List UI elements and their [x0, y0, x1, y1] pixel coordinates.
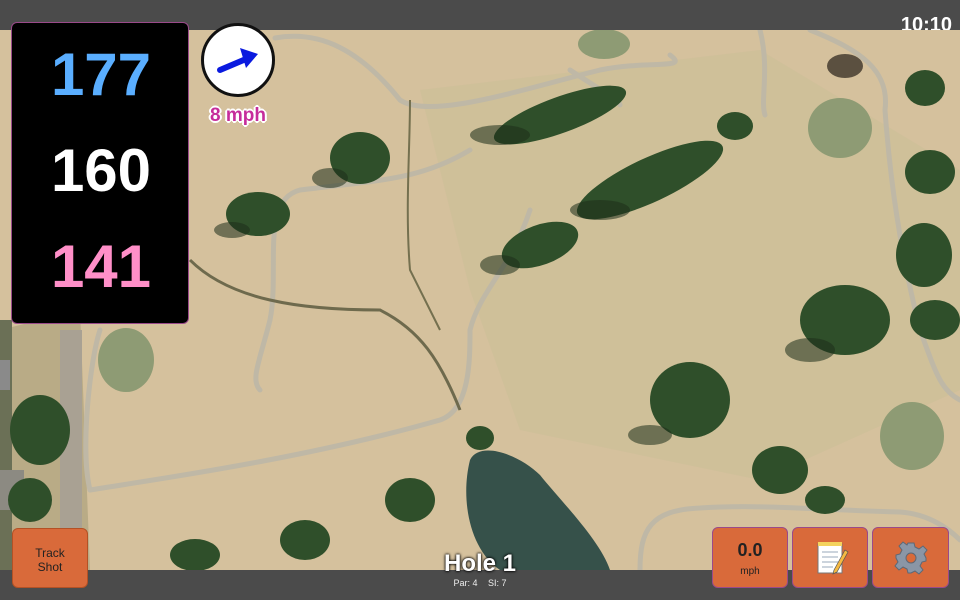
arrow-icon	[217, 48, 258, 73]
notepad-icon	[817, 542, 849, 575]
back-distance: 177	[50, 41, 152, 108]
speed-value: 0.0	[737, 540, 763, 560]
stroke-index-label: SI: 7	[488, 578, 507, 588]
hole-title: Hole 1	[443, 550, 517, 577]
notes-button[interactable]	[792, 527, 868, 588]
golf-gps-screen: 10:10 177 160 141 8 mph Track Shot 0.0 m…	[0, 0, 960, 600]
wind-direction-dial	[201, 23, 275, 97]
speed-unit: mph	[740, 566, 760, 577]
par-label: Par: 4	[453, 578, 478, 588]
speed-button[interactable]: 0.0 mph	[712, 527, 788, 588]
track-shot-label-line2: Shot	[37, 560, 63, 574]
track-shot-label-line1: Track	[35, 546, 65, 560]
hole-meta: Par: 4 SI: 7	[400, 578, 560, 588]
distance-panel: 177 160 141	[11, 22, 189, 324]
settings-button[interactable]	[872, 527, 949, 588]
center-distance: 160	[50, 137, 152, 204]
track-shot-button[interactable]: Track Shot	[12, 528, 88, 588]
front-distance: 141	[50, 233, 152, 300]
gear-icon	[894, 541, 928, 575]
wind-speed-label: 8 mph	[210, 105, 266, 126]
